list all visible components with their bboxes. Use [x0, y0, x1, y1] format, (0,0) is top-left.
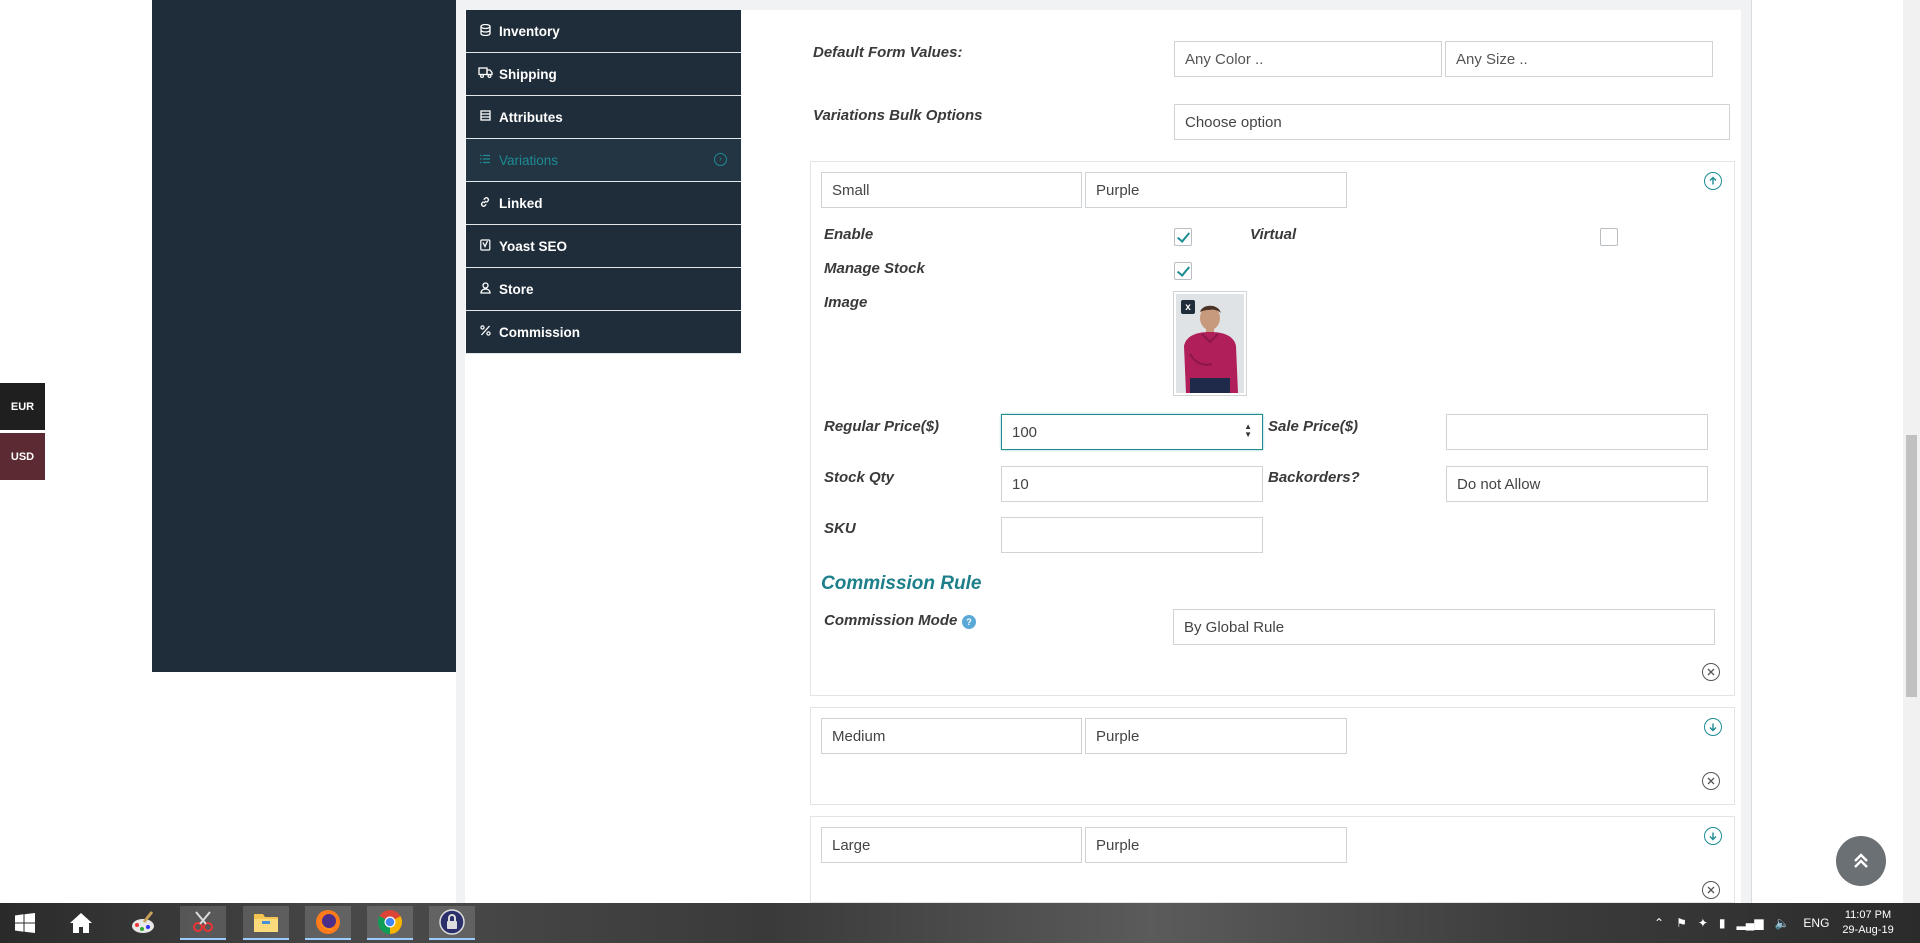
variation-color-select[interactable]: Purple [1085, 172, 1347, 208]
sale-price-label: Sale Price($) [1268, 418, 1359, 435]
firefox-icon[interactable] [305, 906, 351, 940]
backorders-label: Backorders? [1268, 469, 1360, 486]
clock-time: 11:07 PM [1844, 909, 1892, 921]
battery-icon[interactable]: ▮ [1719, 916, 1726, 930]
remove-variation-icon[interactable] [1702, 881, 1720, 899]
flag-icon[interactable]: ⚑ [1676, 916, 1687, 930]
bulk-options-select[interactable]: Choose option [1174, 104, 1730, 140]
virtual-checkbox[interactable] [1600, 228, 1618, 246]
remove-image-button[interactable]: x [1181, 300, 1195, 314]
tab-inventory[interactable]: Inventory [466, 10, 741, 53]
list-icon [476, 153, 494, 167]
tab-commission[interactable]: Commission [466, 311, 741, 354]
manage-stock-checkbox[interactable] [1174, 262, 1192, 280]
variation-size-select[interactable]: Large [821, 827, 1082, 863]
tab-store[interactable]: Store [466, 268, 741, 311]
tab-label: Variations [499, 152, 559, 168]
enable-label: Enable [824, 226, 874, 243]
back-to-top-button[interactable] [1836, 836, 1886, 886]
commission-rule-title: Commission Rule [821, 573, 982, 594]
dashboard-sidebar [152, 0, 456, 672]
tab-label: Inventory [499, 23, 560, 39]
enable-checkbox[interactable] [1174, 228, 1192, 246]
chrome-icon[interactable] [367, 906, 413, 940]
expand-down-icon[interactable] [1704, 827, 1722, 845]
scrollbar-thumb[interactable] [1906, 435, 1917, 697]
password-manager-icon[interactable] [429, 906, 475, 940]
image-label: Image [824, 294, 868, 311]
tab-label: Store [499, 281, 534, 297]
stock-qty-label: Stock Qty [824, 469, 895, 486]
product-data-tabs: Inventory Shipping Attributes Variations… [466, 10, 741, 354]
link-icon [476, 196, 494, 211]
volume-icon[interactable]: 🔈 [1774, 916, 1789, 930]
home-icon[interactable] [58, 906, 104, 940]
default-size-select[interactable]: Any Size .. [1445, 41, 1713, 77]
sku-input[interactable] [1001, 517, 1263, 553]
virtual-label: Virtual [1250, 226, 1297, 243]
tab-shipping[interactable]: Shipping [466, 53, 741, 96]
variations-bulk-options-label: Variations Bulk Options [813, 107, 983, 124]
windows-start-icon[interactable] [2, 906, 48, 940]
system-tray: ⌃ ⚑ ✦ ▮ ▂▄▆ 🔈 ENG [1654, 903, 1829, 943]
double-chevron-up-icon [1854, 853, 1868, 868]
expand-down-icon[interactable] [1704, 718, 1722, 736]
variation-color-select[interactable]: Purple [1085, 718, 1347, 754]
server-icon [476, 110, 494, 124]
default-form-values-label: Default Form Values: [813, 44, 963, 61]
tab-label: Yoast SEO [499, 238, 568, 254]
commission-mode-select[interactable]: By Global Rule [1173, 609, 1715, 645]
tab-label: Linked [499, 195, 543, 211]
network-icon[interactable]: ▂▄▆ [1737, 916, 1764, 930]
help-icon[interactable]: ? [962, 615, 976, 629]
default-color-select[interactable]: Any Color .. [1174, 41, 1442, 77]
percent-icon [476, 325, 494, 339]
clock-date: 29-Aug-19 [1842, 924, 1894, 936]
tab-yoast-seo[interactable]: Yoast SEO [466, 225, 741, 268]
tab-variations[interactable]: Variations › [466, 139, 741, 182]
spinner-icon[interactable]: ▲ ▼ [1244, 423, 1252, 439]
truck-icon [476, 67, 494, 81]
paint-app-icon[interactable] [120, 906, 166, 940]
language-indicator[interactable]: ENG [1803, 916, 1829, 930]
commission-mode-label: Commission Mode [824, 612, 958, 629]
remove-variation-icon[interactable] [1702, 772, 1720, 790]
variation-size-select[interactable]: Small [821, 172, 1082, 208]
chevron-right-icon: › [714, 153, 727, 166]
tab-label: Commission [499, 324, 581, 340]
clock[interactable]: 11:07 PM 29-Aug-19 [1836, 908, 1900, 938]
chevron-up-icon[interactable]: ⌃ [1654, 916, 1664, 930]
sidebar-footer-area [152, 672, 456, 903]
sku-label: SKU [824, 520, 856, 537]
snipping-tool-icon[interactable] [180, 906, 226, 940]
stock-qty-input[interactable]: 10 [1001, 466, 1263, 502]
variation-color-select[interactable]: Purple [1085, 827, 1347, 863]
tab-label: Attributes [499, 109, 563, 125]
file-explorer-icon[interactable] [243, 906, 289, 940]
regular-price-input[interactable]: 100 ▲ ▼ [1001, 414, 1263, 450]
user-icon [476, 281, 494, 297]
variation-image[interactable]: x [1173, 291, 1247, 396]
collapse-up-icon[interactable] [1704, 172, 1722, 190]
sale-price-input[interactable] [1446, 414, 1708, 450]
regular-price-label: Regular Price($) [824, 418, 940, 435]
tab-label: Shipping [499, 66, 557, 82]
tab-attributes[interactable]: Attributes [466, 96, 741, 139]
regular-price-value: 100 [1012, 423, 1038, 441]
windows-taskbar: ⌃ ⚑ ✦ ▮ ▂▄▆ 🔈 ENG 11:07 PM 29-Aug-19 [0, 903, 1920, 943]
backorders-select[interactable]: Do not Allow [1446, 466, 1708, 502]
manage-stock-label: Manage Stock [824, 260, 925, 277]
database-icon [476, 23, 494, 39]
remove-variation-icon[interactable] [1702, 663, 1720, 681]
yoast-icon [476, 238, 494, 254]
variation-size-select[interactable]: Medium [821, 718, 1082, 754]
dropbox-icon[interactable]: ✦ [1698, 916, 1708, 930]
currency-usd-button[interactable]: USD [0, 433, 45, 480]
currency-eur-button[interactable]: EUR [0, 383, 45, 430]
tab-linked[interactable]: Linked [466, 182, 741, 225]
